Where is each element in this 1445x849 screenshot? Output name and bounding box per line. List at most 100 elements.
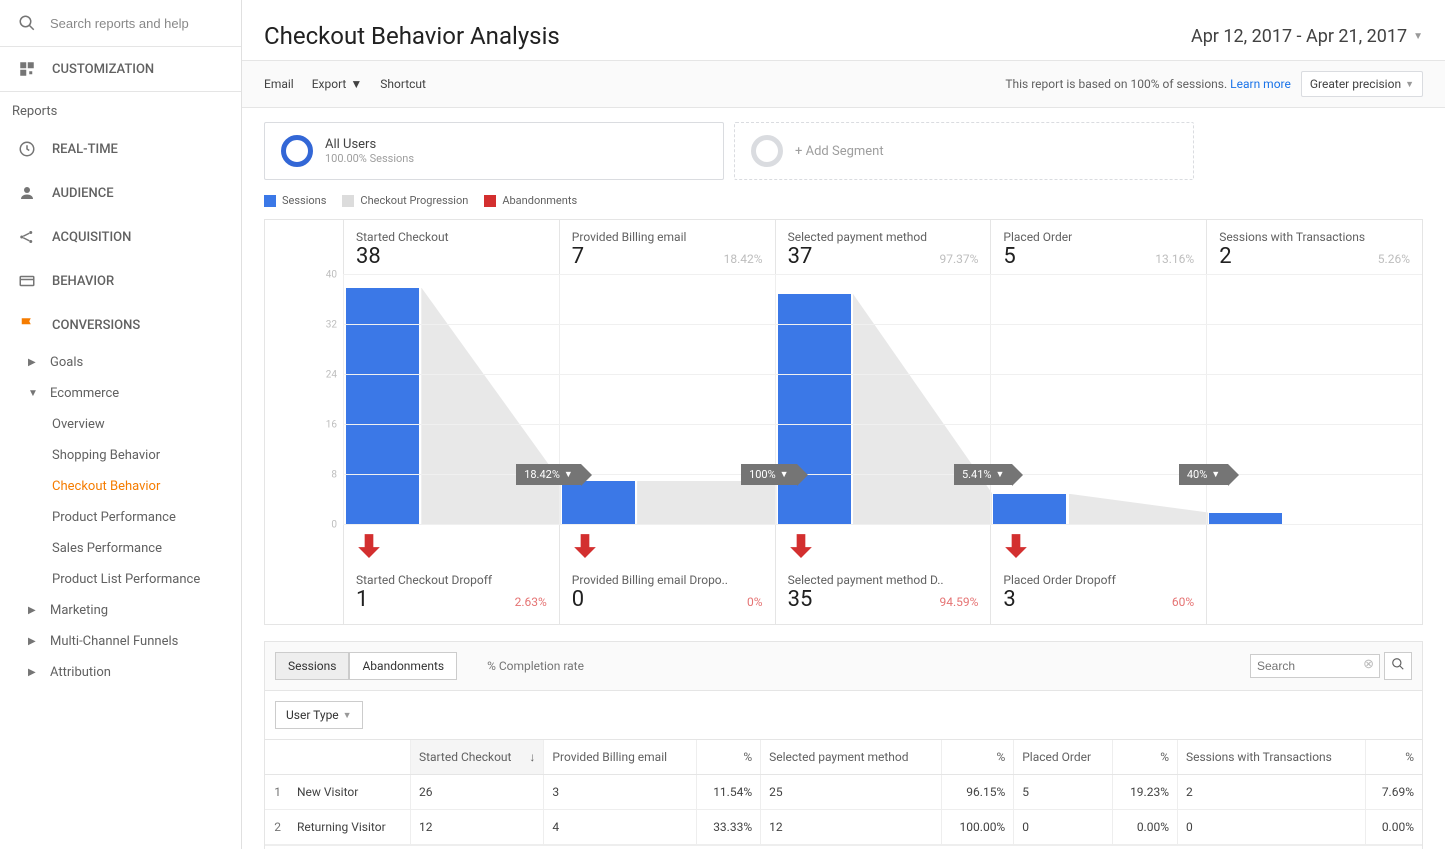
- chart-legend: Sessions Checkout Progression Abandonmen…: [242, 188, 1445, 219]
- col-header[interactable]: Selected payment method: [761, 740, 942, 775]
- step-label: Selected payment method: [788, 230, 979, 244]
- nav-behavior[interactable]: BEHAVIOR: [0, 259, 241, 303]
- export-button[interactable]: Export▼: [312, 77, 363, 91]
- ecom-product-list-performance[interactable]: Product List Performance: [0, 564, 241, 595]
- dropoff-label: Started Checkout Dropoff: [356, 573, 547, 587]
- dropoff-label: Provided Billing email Dropo..: [572, 573, 763, 587]
- progression-tag[interactable]: 100% ▼: [741, 464, 797, 485]
- nav-audience[interactable]: AUDIENCE: [0, 171, 241, 215]
- swatch-sessions: [264, 195, 276, 207]
- data-table: Sessions Abandonments % Completion rate …: [264, 641, 1423, 849]
- segment-all-users[interactable]: All Users 100.00% Sessions: [264, 122, 724, 180]
- date-range-picker[interactable]: Apr 12, 2017 - Apr 21, 2017 ▼: [1191, 26, 1423, 47]
- segment-circle-icon: [281, 135, 313, 167]
- sub-attribution[interactable]: ▶Attribution: [0, 657, 241, 688]
- segment-name: All Users: [325, 137, 414, 152]
- tab-sessions[interactable]: Sessions: [275, 652, 349, 680]
- page-title: Checkout Behavior Analysis: [264, 22, 560, 50]
- dropoff-value: 35: [788, 587, 813, 612]
- chevron-right-icon: ▶: [28, 605, 38, 616]
- step-value: 37: [788, 244, 813, 269]
- search-input[interactable]: [50, 16, 226, 31]
- main: Checkout Behavior Analysis Apr 12, 2017 …: [242, 0, 1445, 849]
- nav-acquisition[interactable]: ACQUISITION: [0, 215, 241, 259]
- col-header[interactable]: %: [1366, 740, 1422, 775]
- sub-marketing[interactable]: ▶Marketing: [0, 595, 241, 626]
- swatch-abandonments: [484, 195, 496, 207]
- search-icon: [18, 14, 36, 32]
- step-value: 38: [356, 244, 381, 269]
- step-label: Started Checkout: [356, 230, 547, 244]
- col-header[interactable]: %: [941, 740, 1013, 775]
- report-note: This report is based on 100% of sessions…: [1005, 77, 1291, 91]
- ecom-checkout-behavior[interactable]: Checkout Behavior: [0, 471, 241, 502]
- add-segment-button[interactable]: + Add Segment: [734, 122, 1194, 180]
- progression-tag[interactable]: 5.41% ▼: [954, 464, 1012, 485]
- step-pct: 13.16%: [1155, 252, 1194, 266]
- reports-header: Reports: [0, 92, 241, 127]
- chevron-right-icon: ▶: [28, 667, 38, 678]
- clear-icon[interactable]: ⊗: [1363, 657, 1374, 672]
- dropoff-label: Placed Order Dropoff: [1003, 573, 1194, 587]
- funnel-bar[interactable]: [562, 481, 635, 525]
- shortcut-button[interactable]: Shortcut: [380, 77, 426, 91]
- dropoff-pct: 94.59%: [939, 595, 978, 609]
- step-value: 5: [1003, 244, 1015, 269]
- pager: Show rows: 10 Go to: 1 - 2 of 2 ‹ ›: [265, 845, 1422, 849]
- progression-tag[interactable]: 40% ▼: [1179, 464, 1228, 485]
- chevron-down-icon: ▼: [1405, 79, 1414, 90]
- learn-more-link[interactable]: Learn more: [1230, 77, 1291, 91]
- precision-button[interactable]: Greater precision▼: [1301, 71, 1423, 97]
- step-label: Placed Order: [1003, 230, 1194, 244]
- col-header[interactable]: Started Checkout ↓: [410, 740, 543, 775]
- col-header[interactable]: Placed Order: [1014, 740, 1113, 775]
- chevron-down-icon: ▼: [343, 710, 352, 721]
- sub-goals[interactable]: ▶Goals: [0, 347, 241, 378]
- nav-conversions[interactable]: CONVERSIONS: [0, 303, 241, 347]
- step-pct: 97.37%: [939, 252, 978, 266]
- ecom-sales-performance[interactable]: Sales Performance: [0, 533, 241, 564]
- step-value: 7: [572, 244, 584, 269]
- sort-desc-icon: ↓: [529, 750, 535, 764]
- funnel-chart: Started Checkout38 Provided Billing email…: [264, 219, 1423, 625]
- funnel-bar[interactable]: [993, 494, 1066, 525]
- nav-realtime[interactable]: REAL-TIME: [0, 127, 241, 171]
- col-header[interactable]: %: [1113, 740, 1178, 775]
- sidebar: CUSTOMIZATION Reports REAL-TIME AUDIENCE…: [0, 0, 242, 849]
- dropoff-arrow-icon: [1003, 531, 1029, 559]
- dropoff-value: 0: [572, 587, 584, 612]
- table-row[interactable]: 2Returning Visitor12433.33%12100.00%00.0…: [265, 810, 1422, 845]
- dropoff-label: Selected payment method D..: [788, 573, 979, 587]
- chevron-down-icon: ▼: [28, 388, 38, 399]
- dropoff-pct: 2.63%: [515, 595, 547, 609]
- person-icon: [18, 184, 36, 202]
- segment-sub: 100.00% Sessions: [325, 152, 414, 165]
- table-row[interactable]: 1New Visitor26311.54%2596.15%519.23%27.6…: [265, 775, 1422, 810]
- customization-nav[interactable]: CUSTOMIZATION: [0, 47, 241, 91]
- progression-tag[interactable]: 18.42% ▼: [516, 464, 581, 485]
- swatch-progression: [342, 195, 354, 207]
- sub-ecommerce[interactable]: ▼Ecommerce: [0, 378, 241, 409]
- search-row: [0, 0, 241, 47]
- flag-icon: [18, 316, 36, 334]
- tab-abandonments[interactable]: Abandonments: [349, 652, 457, 680]
- step-label: Sessions with Transactions: [1219, 230, 1410, 244]
- ecom-overview[interactable]: Overview: [0, 409, 241, 440]
- chevron-down-icon: ▼: [350, 77, 362, 91]
- funnel-bar[interactable]: [778, 294, 851, 525]
- dimension-selector[interactable]: User Type▼: [275, 701, 363, 729]
- col-header[interactable]: %: [696, 740, 761, 775]
- sub-mcf[interactable]: ▶Multi-Channel Funnels: [0, 626, 241, 657]
- col-header[interactable]: Provided Billing email: [544, 740, 696, 775]
- dropoff-arrow-icon: [356, 531, 382, 559]
- table-search-input[interactable]: [1250, 654, 1380, 678]
- ecom-shopping-behavior[interactable]: Shopping Behavior: [0, 440, 241, 471]
- email-button[interactable]: Email: [264, 77, 294, 91]
- step-value: 2: [1219, 244, 1231, 269]
- chevron-right-icon: ▶: [28, 357, 38, 368]
- ecom-product-performance[interactable]: Product Performance: [0, 502, 241, 533]
- col-header[interactable]: Sessions with Transactions: [1178, 740, 1366, 775]
- table-search-button[interactable]: [1384, 652, 1412, 680]
- step-label: Provided Billing email: [572, 230, 763, 244]
- clock-icon: [18, 140, 36, 158]
